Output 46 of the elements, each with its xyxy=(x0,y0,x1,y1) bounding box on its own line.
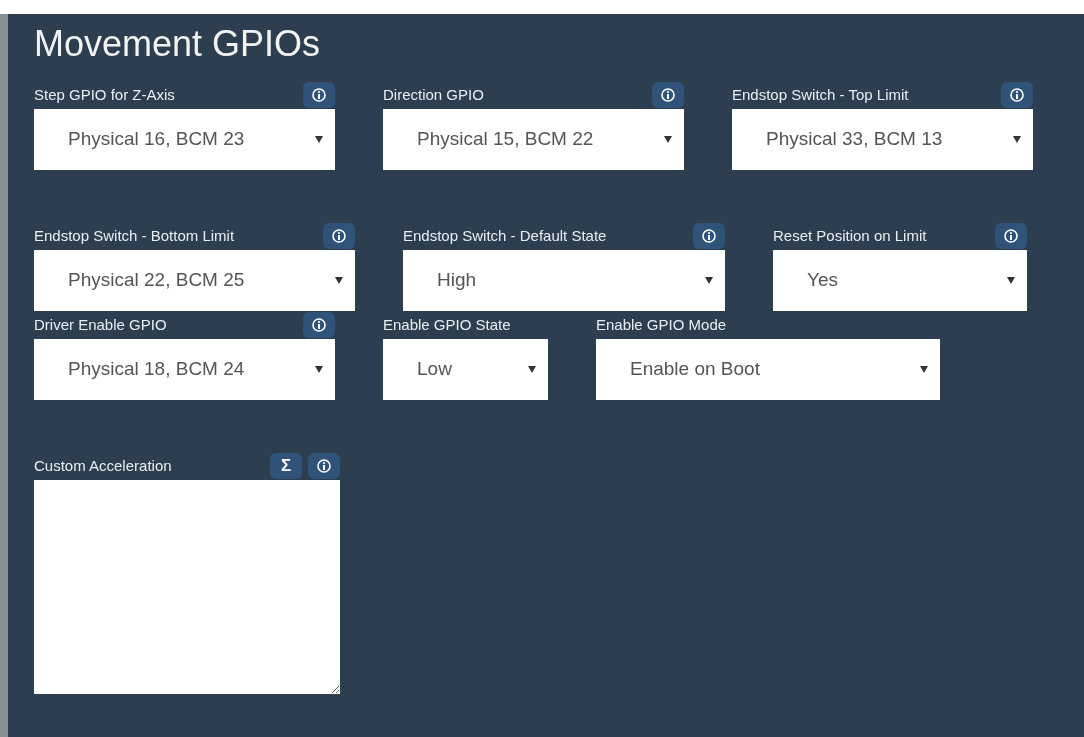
info-icon xyxy=(702,229,716,244)
caret-icon xyxy=(920,366,928,374)
field-label: Enable GPIO Mode xyxy=(596,314,727,335)
select-field[interactable]: Low xyxy=(383,339,548,401)
caret-icon xyxy=(705,277,713,285)
field-label: Endstop Switch - Default State xyxy=(403,225,607,246)
caret-icon xyxy=(528,366,536,374)
caret-icon xyxy=(664,136,672,144)
caret-icon xyxy=(315,136,323,144)
info-icon xyxy=(317,459,331,474)
section-title: Movement GPIOs xyxy=(34,22,322,66)
select-field[interactable]: Yes xyxy=(773,250,1027,312)
info-icon xyxy=(661,88,675,103)
select-field[interactable]: Physical 16, BCM 23 xyxy=(34,109,335,171)
caret-icon xyxy=(1007,277,1015,285)
info-button[interactable] xyxy=(1001,82,1033,109)
info-button[interactable] xyxy=(323,223,355,250)
info-button[interactable] xyxy=(303,312,335,339)
select-field[interactable]: Physical 15, BCM 22 xyxy=(383,109,684,171)
info-icon xyxy=(332,229,346,244)
field-label: Endstop Switch - Top Limit xyxy=(732,84,909,105)
select-field[interactable]: Physical 33, BCM 13 xyxy=(732,109,1033,171)
field-label: Endstop Switch - Bottom Limit xyxy=(34,225,235,246)
info-icon xyxy=(1010,88,1024,103)
info-icon xyxy=(312,318,326,333)
caret-icon xyxy=(315,366,323,374)
caret-icon xyxy=(1013,136,1021,144)
select-field[interactable]: Enable on Boot xyxy=(596,339,940,401)
select-field[interactable]: High xyxy=(403,250,725,312)
info-button[interactable] xyxy=(652,82,684,109)
info-button[interactable] xyxy=(308,453,340,480)
select-field[interactable]: Physical 22, BCM 25 xyxy=(34,250,355,312)
info-button[interactable] xyxy=(995,223,1027,250)
field-label: Enable GPIO State xyxy=(383,314,511,335)
field-label: Custom Acceleration xyxy=(34,455,172,476)
field-label: Driver Enable GPIO xyxy=(34,314,167,335)
info-icon xyxy=(1004,229,1018,244)
formula-button[interactable]: Σ xyxy=(270,453,302,480)
select-field[interactable]: Physical 18, BCM 24 xyxy=(34,339,335,401)
field-label: Step GPIO for Z-Axis xyxy=(34,84,175,105)
field-label: Reset Position on Limit xyxy=(773,225,927,246)
caret-icon xyxy=(335,277,343,285)
info-button[interactable] xyxy=(303,82,335,109)
info-icon xyxy=(312,88,326,103)
field-label: Direction GPIO xyxy=(383,84,484,105)
info-button[interactable] xyxy=(693,223,725,250)
